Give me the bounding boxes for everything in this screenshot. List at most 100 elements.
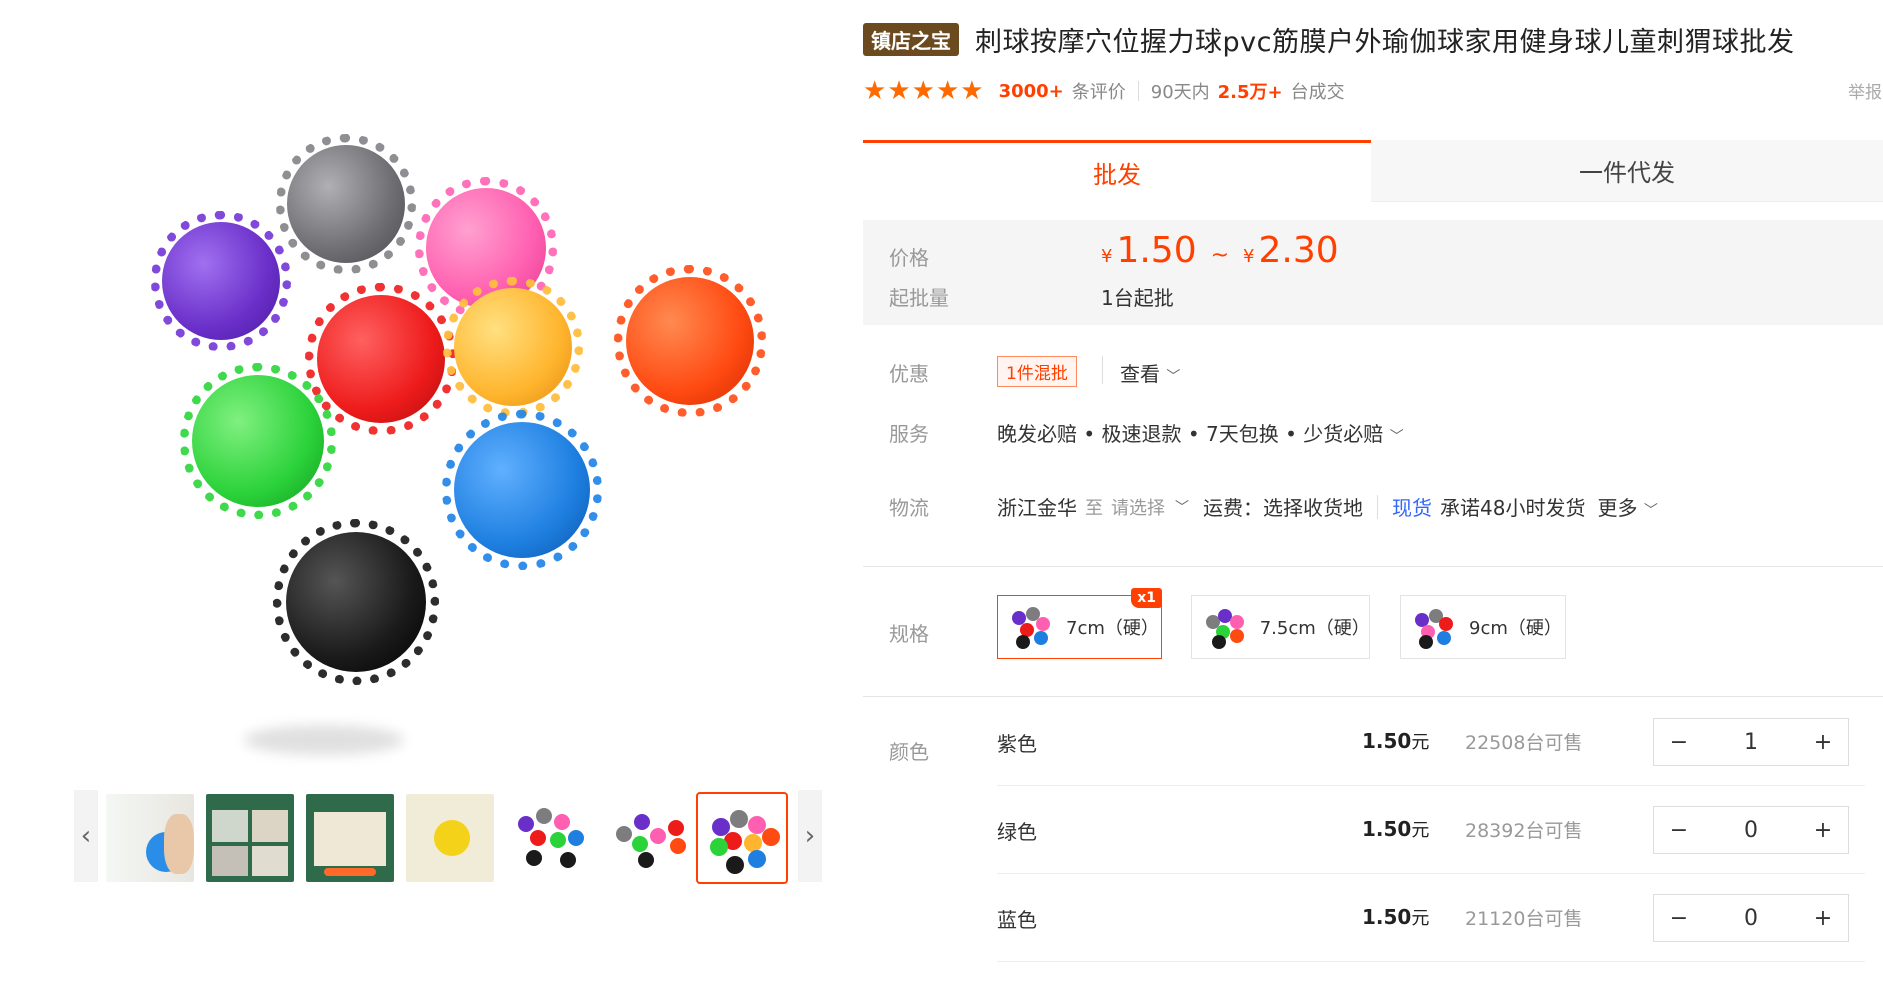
- in-stock-tag: 现货: [1392, 496, 1432, 520]
- destination-placeholder: 请选择: [1111, 497, 1165, 519]
- price-low: 1.50: [1116, 230, 1197, 271]
- review-suffix: 条评价: [1071, 82, 1126, 103]
- thumbnail-7[interactable]: [696, 792, 788, 884]
- yellow-ball: [443, 277, 583, 417]
- review-count[interactable]: 3000+: [999, 81, 1064, 102]
- moq-value: 1台起批: [1101, 286, 1174, 310]
- spec-option-label: 7cm（硬）: [1066, 618, 1159, 639]
- star-icon: ★: [960, 76, 984, 106]
- service-list[interactable]: 晚发必赔 • 极速退款 • 7天包换 • 少货必赔 ﹀: [997, 418, 1404, 447]
- divider: [1377, 494, 1378, 519]
- quantity-stepper: − 0 +: [1653, 806, 1849, 854]
- price-high: 2.30: [1258, 230, 1339, 271]
- quantity-input[interactable]: 1: [1726, 730, 1776, 755]
- decrement-button[interactable]: −: [1654, 818, 1704, 843]
- star-icon: ★: [863, 76, 887, 106]
- currency-symbol: ¥: [1101, 246, 1113, 267]
- color-row: 蓝色 1.50元 21120台可售 − 0 +: [997, 874, 1865, 962]
- orange-ball: [614, 265, 766, 417]
- tab-dropship[interactable]: 一件代发: [1371, 140, 1883, 202]
- divider: [1102, 356, 1103, 384]
- thumbnail-2[interactable]: [206, 794, 294, 882]
- price-amount: 1.50: [1362, 905, 1412, 929]
- product-main-image[interactable]: [74, 70, 814, 755]
- decrement-button[interactable]: −: [1654, 730, 1704, 755]
- color-price: 1.50元: [1362, 904, 1429, 930]
- quantity-stepper: − 1 +: [1653, 718, 1849, 766]
- thumb-prev-button[interactable]: ‹: [74, 790, 98, 882]
- thumbnail-strip: ‹ ›: [74, 790, 822, 884]
- spec-option-7-5cm[interactable]: 7.5cm（硬）: [1191, 595, 1370, 659]
- thumbnail-6[interactable]: [606, 794, 694, 882]
- selected-qty-badge: x1: [1131, 588, 1162, 608]
- color-name: 蓝色: [997, 908, 1037, 932]
- red-ball: [305, 283, 457, 435]
- purchase-mode-tabs: 批发 一件代发: [863, 140, 1883, 202]
- mixed-batch-tag: 1件混批: [997, 356, 1077, 387]
- rating-stars[interactable]: ★★★★★: [863, 76, 985, 106]
- price-unit: 元: [1411, 820, 1430, 841]
- divider: [1137, 81, 1139, 101]
- spec-option-7cm[interactable]: 7cm（硬） x1: [997, 588, 1162, 659]
- quantity-input[interactable]: 0: [1726, 818, 1776, 843]
- price-unit: 元: [1411, 908, 1430, 929]
- ship-promise: 承诺48小时发货: [1440, 496, 1586, 520]
- chevron-down-icon: ﹀: [1389, 429, 1404, 445]
- tab-wholesale[interactable]: 批发: [863, 140, 1371, 202]
- product-title: 刺球按摩穴位握力球pvc筋膜户外瑜伽球家用健身球儿童刺猬球批发: [975, 27, 1795, 58]
- service-label: 服务: [889, 422, 929, 446]
- stock-available: 22508台可售: [1465, 732, 1583, 754]
- thumbnail-5[interactable]: [506, 794, 594, 882]
- title-row: 镇店之宝 刺球按摩穴位握力球pvc筋膜户外瑜伽球家用健身球儿童刺猬球批发: [863, 20, 1794, 59]
- price-range: ¥ 1.50 ~ ¥ 2.30: [1101, 230, 1339, 271]
- service-text: 晚发必赔 • 极速退款 • 7天包换 • 少货必赔: [997, 422, 1384, 446]
- increment-button[interactable]: +: [1798, 906, 1848, 931]
- decrement-button[interactable]: −: [1654, 906, 1704, 931]
- report-link[interactable]: 举报: [1848, 78, 1882, 103]
- star-icon: ★: [887, 76, 911, 106]
- spec-option-9cm[interactable]: 9cm（硬）: [1400, 595, 1566, 659]
- arrow-right-icon: ›: [804, 821, 816, 851]
- thumb-next-button[interactable]: ›: [798, 790, 822, 882]
- promo-view-button[interactable]: 查看 ﹀: [1120, 358, 1180, 387]
- arrow-left-icon: ‹: [80, 821, 92, 851]
- sales-suffix: 台成交: [1290, 82, 1345, 103]
- chevron-down-icon: ﹀: [1175, 499, 1189, 516]
- star-icon: ★: [911, 76, 935, 106]
- shipping-fee: 运费：选择收货地: [1203, 496, 1363, 520]
- price-amount: 1.50: [1362, 729, 1412, 753]
- color-row: 绿色 1.50元 28392台可售 − 0 +: [997, 786, 1865, 874]
- purple-ball: [151, 211, 291, 351]
- chevron-down-icon: ﹀: [1643, 503, 1658, 519]
- increment-button[interactable]: +: [1798, 730, 1848, 755]
- thumbnail-3[interactable]: [306, 794, 394, 882]
- spec-thumbnail: [1202, 605, 1246, 649]
- to-text: 至: [1085, 497, 1103, 519]
- thumbnail-1[interactable]: [106, 794, 194, 882]
- more-button[interactable]: 更多 ﹀: [1597, 492, 1657, 521]
- quantity-input[interactable]: 0: [1726, 906, 1776, 931]
- green-ball: [180, 363, 336, 519]
- chevron-down-icon: ﹀: [1166, 369, 1181, 385]
- store-treasure-badge: 镇店之宝: [863, 23, 959, 56]
- spec-thumbnail: [1411, 605, 1455, 649]
- divider: [863, 696, 1883, 697]
- color-label: 颜色: [889, 740, 929, 764]
- destination-select[interactable]: 请选择 ﹀: [1111, 494, 1189, 520]
- price-amount: 1.50: [1362, 817, 1412, 841]
- promo-label: 优惠: [889, 362, 929, 386]
- increment-button[interactable]: +: [1798, 818, 1848, 843]
- spec-thumbnail: [1008, 605, 1052, 649]
- color-name: 绿色: [997, 820, 1037, 844]
- origin-city: 浙江金华: [997, 496, 1077, 520]
- star-icon: ★: [935, 76, 960, 106]
- color-name: 紫色: [997, 732, 1037, 756]
- stock-available: 28392台可售: [1465, 820, 1583, 842]
- quantity-stepper: − 0 +: [1653, 894, 1849, 942]
- spec-option-label: 7.5cm（硬）: [1259, 618, 1370, 639]
- black-ball: [273, 519, 439, 685]
- thumbnail-4[interactable]: [406, 794, 494, 882]
- logistics-row: 浙江金华 至 请选择 ﹀ 运费：选择收货地 现货 承诺48小时发货 更多 ﹀: [997, 492, 1658, 521]
- color-row: 紫色 1.50元 22508台可售 − 1 +: [997, 698, 1865, 786]
- price-tilde: ~: [1210, 243, 1230, 268]
